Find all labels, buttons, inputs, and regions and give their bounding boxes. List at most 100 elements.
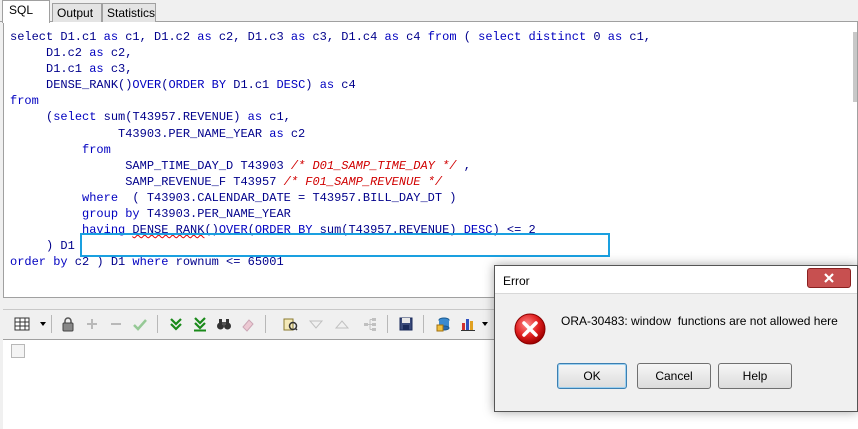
code-keyword: as [269, 126, 284, 141]
code-keyword: from [427, 30, 457, 44]
error-message: ORA-30483: window functions are not allo… [561, 314, 838, 328]
code-keyword: as [319, 78, 335, 93]
code-text: ( T43903.CALENDAR_DATE = T43957.BILL_DAY… [118, 190, 457, 205]
tab-output[interactable]: Output [52, 3, 102, 22]
fetch-all-icon[interactable] [191, 315, 209, 333]
lock-icon[interactable] [59, 315, 77, 333]
close-button[interactable] [807, 268, 851, 288]
code-comment: /* F01_SAMP_REVENUE */ [283, 174, 443, 189]
code-text: SAMP_TIME_DAY_D T43903 [10, 158, 291, 173]
code-text: D1.c1 [226, 78, 277, 93]
error-icon [514, 313, 546, 345]
code-text: T43903.PER_NAME_YEAR [10, 126, 270, 141]
tree-icon[interactable] [361, 315, 379, 333]
code-text: D1.c1 [10, 62, 90, 77]
toolbar-separator [265, 315, 266, 333]
tab-statistics[interactable]: Statistics [102, 3, 156, 22]
code-text: c1, D1.c2 [118, 30, 198, 44]
dialog-title-bar[interactable]: Error [495, 266, 857, 294]
code-keyword: as [197, 30, 212, 44]
commit-check-icon[interactable] [131, 315, 149, 333]
code-keyword: group by [10, 207, 140, 222]
code-keyword: where [10, 190, 119, 205]
code-keyword: from [10, 94, 39, 109]
code-keyword: select [53, 110, 97, 125]
filter-down-icon[interactable] [307, 315, 325, 333]
code-text: ( [456, 30, 479, 44]
sql-line-9: SAMP_TIME_DAY_D T43903 /* D01_SAMP_TIME_… [10, 158, 651, 174]
code-text: D1.c2 [10, 46, 90, 61]
code-text: c2, [103, 46, 133, 61]
sql-line-11: where ( T43903.CALENDAR_DATE = T43957.BI… [10, 190, 651, 206]
filter-up-icon[interactable] [333, 315, 351, 333]
code-text: DENSE_RANK() [10, 78, 133, 93]
toolbar-separator [157, 315, 158, 333]
sql-line-8: from [10, 142, 651, 158]
toolbar-separator [423, 315, 424, 333]
sql-line-3: D1.c1 as c3, [10, 61, 651, 77]
sql-line-10: SAMP_REVENUE_F T43957 /* F01_SAMP_REVENU… [10, 174, 651, 190]
grid-view-dropdown-icon[interactable] [40, 322, 46, 326]
toolbar-separator [387, 315, 388, 333]
code-text: c1, [622, 30, 651, 44]
code-keyword: as [247, 110, 263, 125]
find-binoculars-icon[interactable] [215, 315, 233, 333]
chart-icon[interactable] [459, 315, 477, 333]
highlight-box [80, 233, 610, 257]
cancel-button[interactable]: Cancel [637, 363, 711, 389]
save-icon[interactable] [397, 315, 415, 333]
code-text: c4 [398, 30, 428, 44]
query-by-example-icon[interactable] [281, 315, 299, 333]
code-text: c2 [283, 126, 306, 141]
code-text: T43903.PER_NAME_YEAR [139, 207, 291, 222]
sql-line-1: select D1.c1 as c1, D1.c2 as c2, D1.c3 a… [10, 29, 651, 45]
code-text: c2, D1.c3 [211, 30, 291, 44]
code-keyword: as [103, 30, 119, 44]
code-keyword: from [10, 142, 111, 157]
tab-sql[interactable]: SQL [2, 0, 50, 23]
code-keyword: select distinct [478, 30, 587, 44]
sql-line-4: DENSE_RANK()OVER(ORDER BY D1.c1 DESC) as… [10, 77, 651, 93]
code-text: c3, [103, 62, 133, 77]
sql-line-5: from [10, 93, 651, 109]
code-text: select D1.c1 [10, 30, 104, 44]
error-dialog: Error ORA-30483: window functions are no… [494, 265, 858, 412]
export-icon[interactable] [435, 315, 453, 333]
code-keyword: as [89, 62, 104, 77]
code-keyword: order by [10, 255, 68, 270]
add-row-icon[interactable] [83, 315, 101, 333]
code-comment: /* D01_SAMP_TIME_DAY */ [290, 158, 457, 173]
delete-row-icon[interactable] [107, 315, 125, 333]
code-text: sum(T43957.REVENUE) [96, 110, 248, 125]
code-text: ) D1 [10, 239, 75, 254]
code-text: c3, D1.c4 [305, 30, 385, 44]
dialog-title: Error [503, 274, 530, 288]
code-text: ) [305, 78, 320, 93]
toolbar-separator [51, 315, 52, 333]
code-keyword: as [290, 30, 306, 44]
code-text: SAMP_REVENUE_F T43957 [10, 174, 284, 189]
code-keyword: as [89, 46, 104, 61]
grid-corner-cell[interactable] [11, 344, 25, 358]
code-text: c1, [262, 110, 291, 125]
sql-line-7: T43903.PER_NAME_YEAR as c2 [10, 126, 651, 142]
grid-view-icon[interactable] [13, 315, 31, 333]
ok-button[interactable]: OK [557, 363, 627, 389]
code-keyword: where [132, 255, 169, 270]
help-button[interactable]: Help [718, 363, 792, 389]
code-text: , [456, 158, 471, 173]
code-text: ( [10, 110, 54, 125]
clear-eraser-icon[interactable] [239, 315, 257, 333]
sql-line-2: D1.c2 as c2, [10, 45, 651, 61]
sql-line-12: group by T43903.PER_NAME_YEAR [10, 206, 651, 222]
code-text: 0 [586, 30, 608, 44]
fetch-next-icon[interactable] [167, 315, 185, 333]
close-icon [824, 273, 834, 283]
code-text: c2 ) D1 [67, 255, 133, 270]
code-keyword: as [607, 30, 623, 44]
code-text: rownum <= 65001 [168, 255, 284, 270]
chart-dropdown-icon[interactable] [482, 322, 488, 326]
code-text: c4 [334, 78, 356, 93]
dialog-body: ORA-30483: window functions are not allo… [495, 295, 857, 411]
editor-scrollbar[interactable] [853, 32, 857, 102]
